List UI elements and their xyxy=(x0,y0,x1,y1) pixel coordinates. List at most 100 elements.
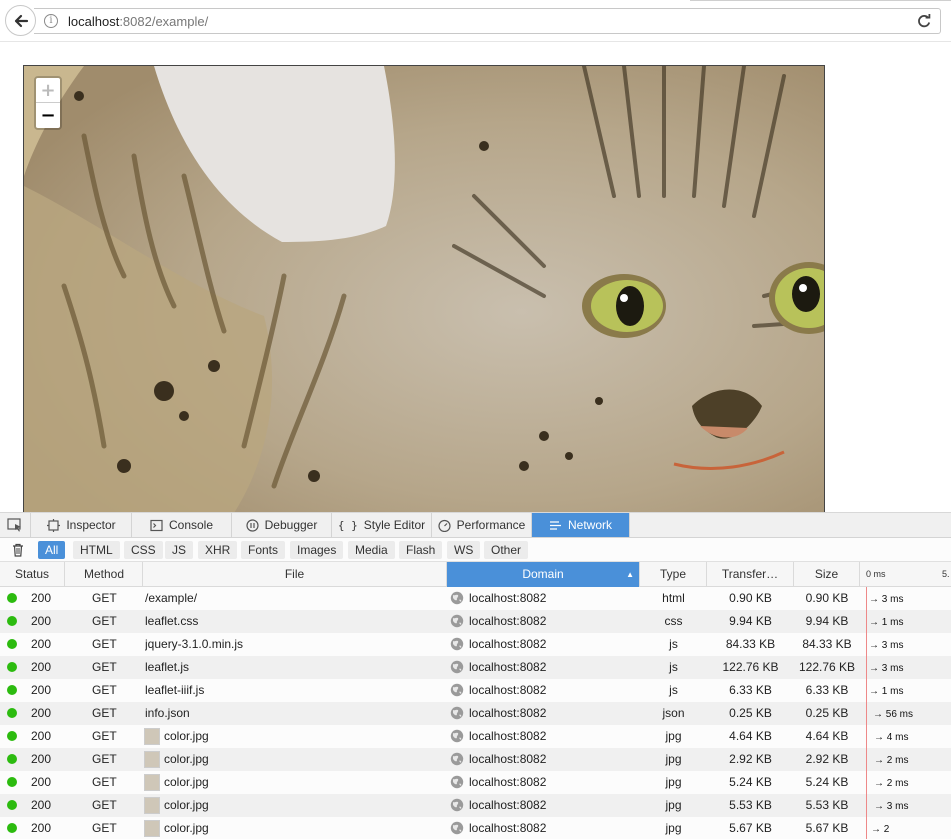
waterfall-start-marker xyxy=(866,610,867,633)
column-waterfall[interactable]: 0 ms 5. xyxy=(860,562,951,587)
table-row[interactable]: 200 GET leaflet.js localhost:8082 js 122.76 K… xyxy=(0,656,951,679)
cell-type: jpg xyxy=(665,821,682,835)
table-row[interactable]: 200 GET color.jpg localhost:8082 jpg 2.92 KB 2… xyxy=(0,748,951,771)
cell-timing: → 2 xyxy=(871,824,890,835)
waterfall-start-marker xyxy=(866,679,867,702)
page-viewport: + − xyxy=(0,42,951,512)
filter-ws[interactable]: WS xyxy=(447,541,481,559)
url-path: :8082/example/ xyxy=(119,14,209,29)
element-picker-icon xyxy=(7,518,21,532)
url-bar[interactable]: i localhost:8082/example/ xyxy=(34,8,941,34)
cell-domain: localhost:8082 xyxy=(469,591,547,605)
cell-size: 5.67 KB xyxy=(805,821,849,835)
cell-transferred: 0.90 KB xyxy=(729,591,772,605)
zoom-out-button[interactable]: − xyxy=(36,103,60,128)
filter-fonts[interactable]: Fonts xyxy=(241,541,286,559)
cell-timing: → 1 ms xyxy=(869,617,904,628)
globe-icon xyxy=(450,821,464,835)
tab-style-editor[interactable]: { } Style Editor xyxy=(332,513,432,537)
cell-status: 200 xyxy=(31,660,52,674)
filter-flash[interactable]: Flash xyxy=(399,541,443,559)
image-thumbnail xyxy=(144,774,160,791)
tab-network[interactable]: Network xyxy=(532,513,630,537)
column-file[interactable]: File xyxy=(143,562,447,587)
map-container[interactable]: + − xyxy=(23,65,825,512)
cell-type: jpg xyxy=(665,798,682,812)
column-size[interactable]: Size xyxy=(794,562,860,587)
cell-timing: → 2 ms xyxy=(874,778,909,789)
cell-file: leaflet.css xyxy=(145,614,199,628)
filter-xhr[interactable]: XHR xyxy=(198,541,238,559)
devtools-panel: Inspector Console Debugger { } Style Edi… xyxy=(0,512,951,839)
console-icon xyxy=(150,519,163,531)
table-row[interactable]: 200 GET/example/localhost:8082 html 0.90 KB… xyxy=(0,587,951,610)
cell-file: color.jpg xyxy=(164,821,209,835)
cell-file: color.jpg xyxy=(164,775,209,789)
table-row[interactable]: 200 GET color.jpg localhost:8082 jpg 5.24 KB 5… xyxy=(0,771,951,794)
table-row[interactable]: 200 GET leaflet-iiif.js localhost:8082 js 6.3… xyxy=(0,679,951,702)
filter-css[interactable]: CSS xyxy=(124,541,163,559)
table-row[interactable]: 200 GET jquery-3.1.0.min.js localhost:8082 j… xyxy=(0,633,951,656)
tab-performance[interactable]: Performance xyxy=(432,513,532,537)
cell-size: 5.24 KB xyxy=(805,775,849,789)
url-text[interactable]: localhost:8082/example/ xyxy=(68,14,208,29)
table-row[interactable]: 200 GET color.jpg localhost:8082 jpg 4.64 KB 4… xyxy=(0,725,951,748)
filter-js[interactable]: JS xyxy=(165,541,194,559)
tab-inspector[interactable]: Inspector xyxy=(32,513,132,537)
globe-icon xyxy=(450,683,464,697)
filter-media[interactable]: Media xyxy=(348,541,395,559)
cell-type: html xyxy=(662,591,685,605)
table-row[interactable]: 200 GET info.json localhost:8082 json 0.25 KB… xyxy=(0,702,951,725)
zoom-control: + − xyxy=(34,76,62,130)
tab-inspector-label: Inspector xyxy=(66,518,116,532)
globe-icon xyxy=(450,591,464,605)
column-transferred[interactable]: Transfer… xyxy=(707,562,794,587)
cell-method: GET xyxy=(92,591,117,605)
column-status[interactable]: Status xyxy=(0,562,65,587)
sort-ascending-icon: ▲ xyxy=(626,570,634,579)
cell-timing: → 3 ms xyxy=(869,640,904,651)
cell-status: 200 xyxy=(31,614,52,628)
column-type[interactable]: Type xyxy=(640,562,707,587)
cell-type: js xyxy=(669,637,678,651)
tab-console[interactable]: Console xyxy=(132,513,232,537)
cell-method: GET xyxy=(92,637,117,651)
cell-method: GET xyxy=(92,660,117,674)
tab-debugger[interactable]: Debugger xyxy=(232,513,332,537)
cell-file: color.jpg xyxy=(164,729,209,743)
back-button[interactable] xyxy=(5,5,36,36)
filter-all[interactable]: All xyxy=(38,541,66,559)
table-row[interactable]: 200 GET color.jpg localhost:8082 jpg 5.67 KB 5… xyxy=(0,817,951,839)
image-thumbnail xyxy=(144,751,160,768)
filter-images[interactable]: Images xyxy=(290,541,344,559)
globe-icon xyxy=(450,798,464,812)
globe-icon xyxy=(450,729,464,743)
element-picker-button[interactable] xyxy=(0,513,31,537)
cell-file: info.json xyxy=(145,706,190,720)
cell-status: 200 xyxy=(31,706,52,720)
status-ok-icon xyxy=(7,639,17,649)
status-ok-icon xyxy=(7,708,17,718)
cell-timing: → 3 ms xyxy=(869,663,904,674)
url-host: localhost xyxy=(68,14,120,29)
cell-status: 200 xyxy=(31,775,52,789)
cell-file: jquery-3.1.0.min.js xyxy=(145,637,244,651)
zoom-in-button[interactable]: + xyxy=(36,78,60,103)
cell-status: 200 xyxy=(31,683,52,697)
tab-style-editor-label: Style Editor xyxy=(363,518,426,532)
filter-html[interactable]: HTML xyxy=(73,541,120,559)
waterfall-start-marker xyxy=(866,587,867,610)
status-ok-icon xyxy=(7,777,17,787)
cell-domain: localhost:8082 xyxy=(469,706,547,720)
info-icon[interactable]: i xyxy=(44,14,58,28)
filter-other[interactable]: Other xyxy=(484,541,529,559)
table-row[interactable]: 200 GET leaflet.css localhost:8082 css 9.94 K… xyxy=(0,610,951,633)
debugger-icon xyxy=(246,518,259,532)
column-method[interactable]: Method xyxy=(65,562,143,587)
column-domain[interactable]: Domain ▲ xyxy=(447,562,640,587)
cell-domain: localhost:8082 xyxy=(469,752,547,766)
cell-size: 9.94 KB xyxy=(805,614,849,628)
reload-icon[interactable] xyxy=(916,13,932,29)
table-row[interactable]: 200 GET color.jpg localhost:8082 jpg 5.53 KB 5… xyxy=(0,794,951,817)
trash-icon[interactable] xyxy=(11,543,25,557)
